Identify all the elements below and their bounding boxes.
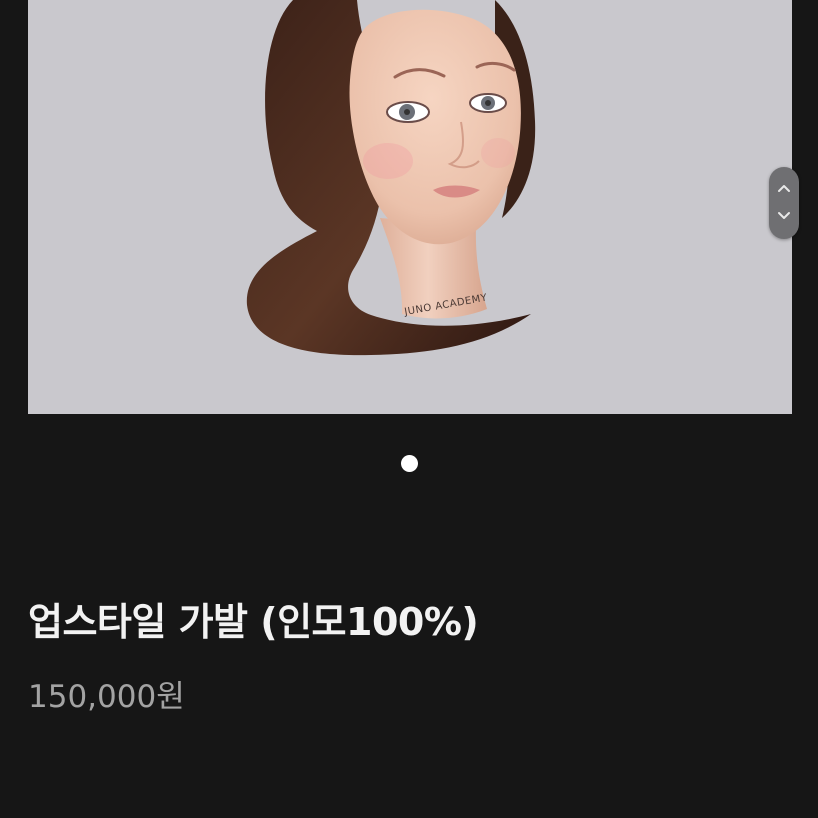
left-cheek-blush [363, 143, 413, 179]
chevron-up-icon[interactable] [776, 181, 792, 197]
right-pupil [485, 100, 491, 106]
gallery-pager-dot[interactable] [401, 455, 418, 472]
left-pupil [404, 109, 410, 115]
product-price: 150,000원 [28, 679, 185, 715]
product-title: 업스타일 가발 (인모100%) [28, 600, 479, 644]
product-image[interactable]: JUNO ACADEMY [28, 0, 792, 414]
product-detail-page: JUNO ACADEMY 업스타일 가발 (인모100%) 150,000원 [0, 0, 818, 818]
scroll-control[interactable] [769, 167, 799, 239]
right-cheek-blush [481, 138, 515, 168]
mannequin-head-image: JUNO ACADEMY [246, 0, 536, 356]
chevron-down-icon[interactable] [776, 207, 792, 223]
